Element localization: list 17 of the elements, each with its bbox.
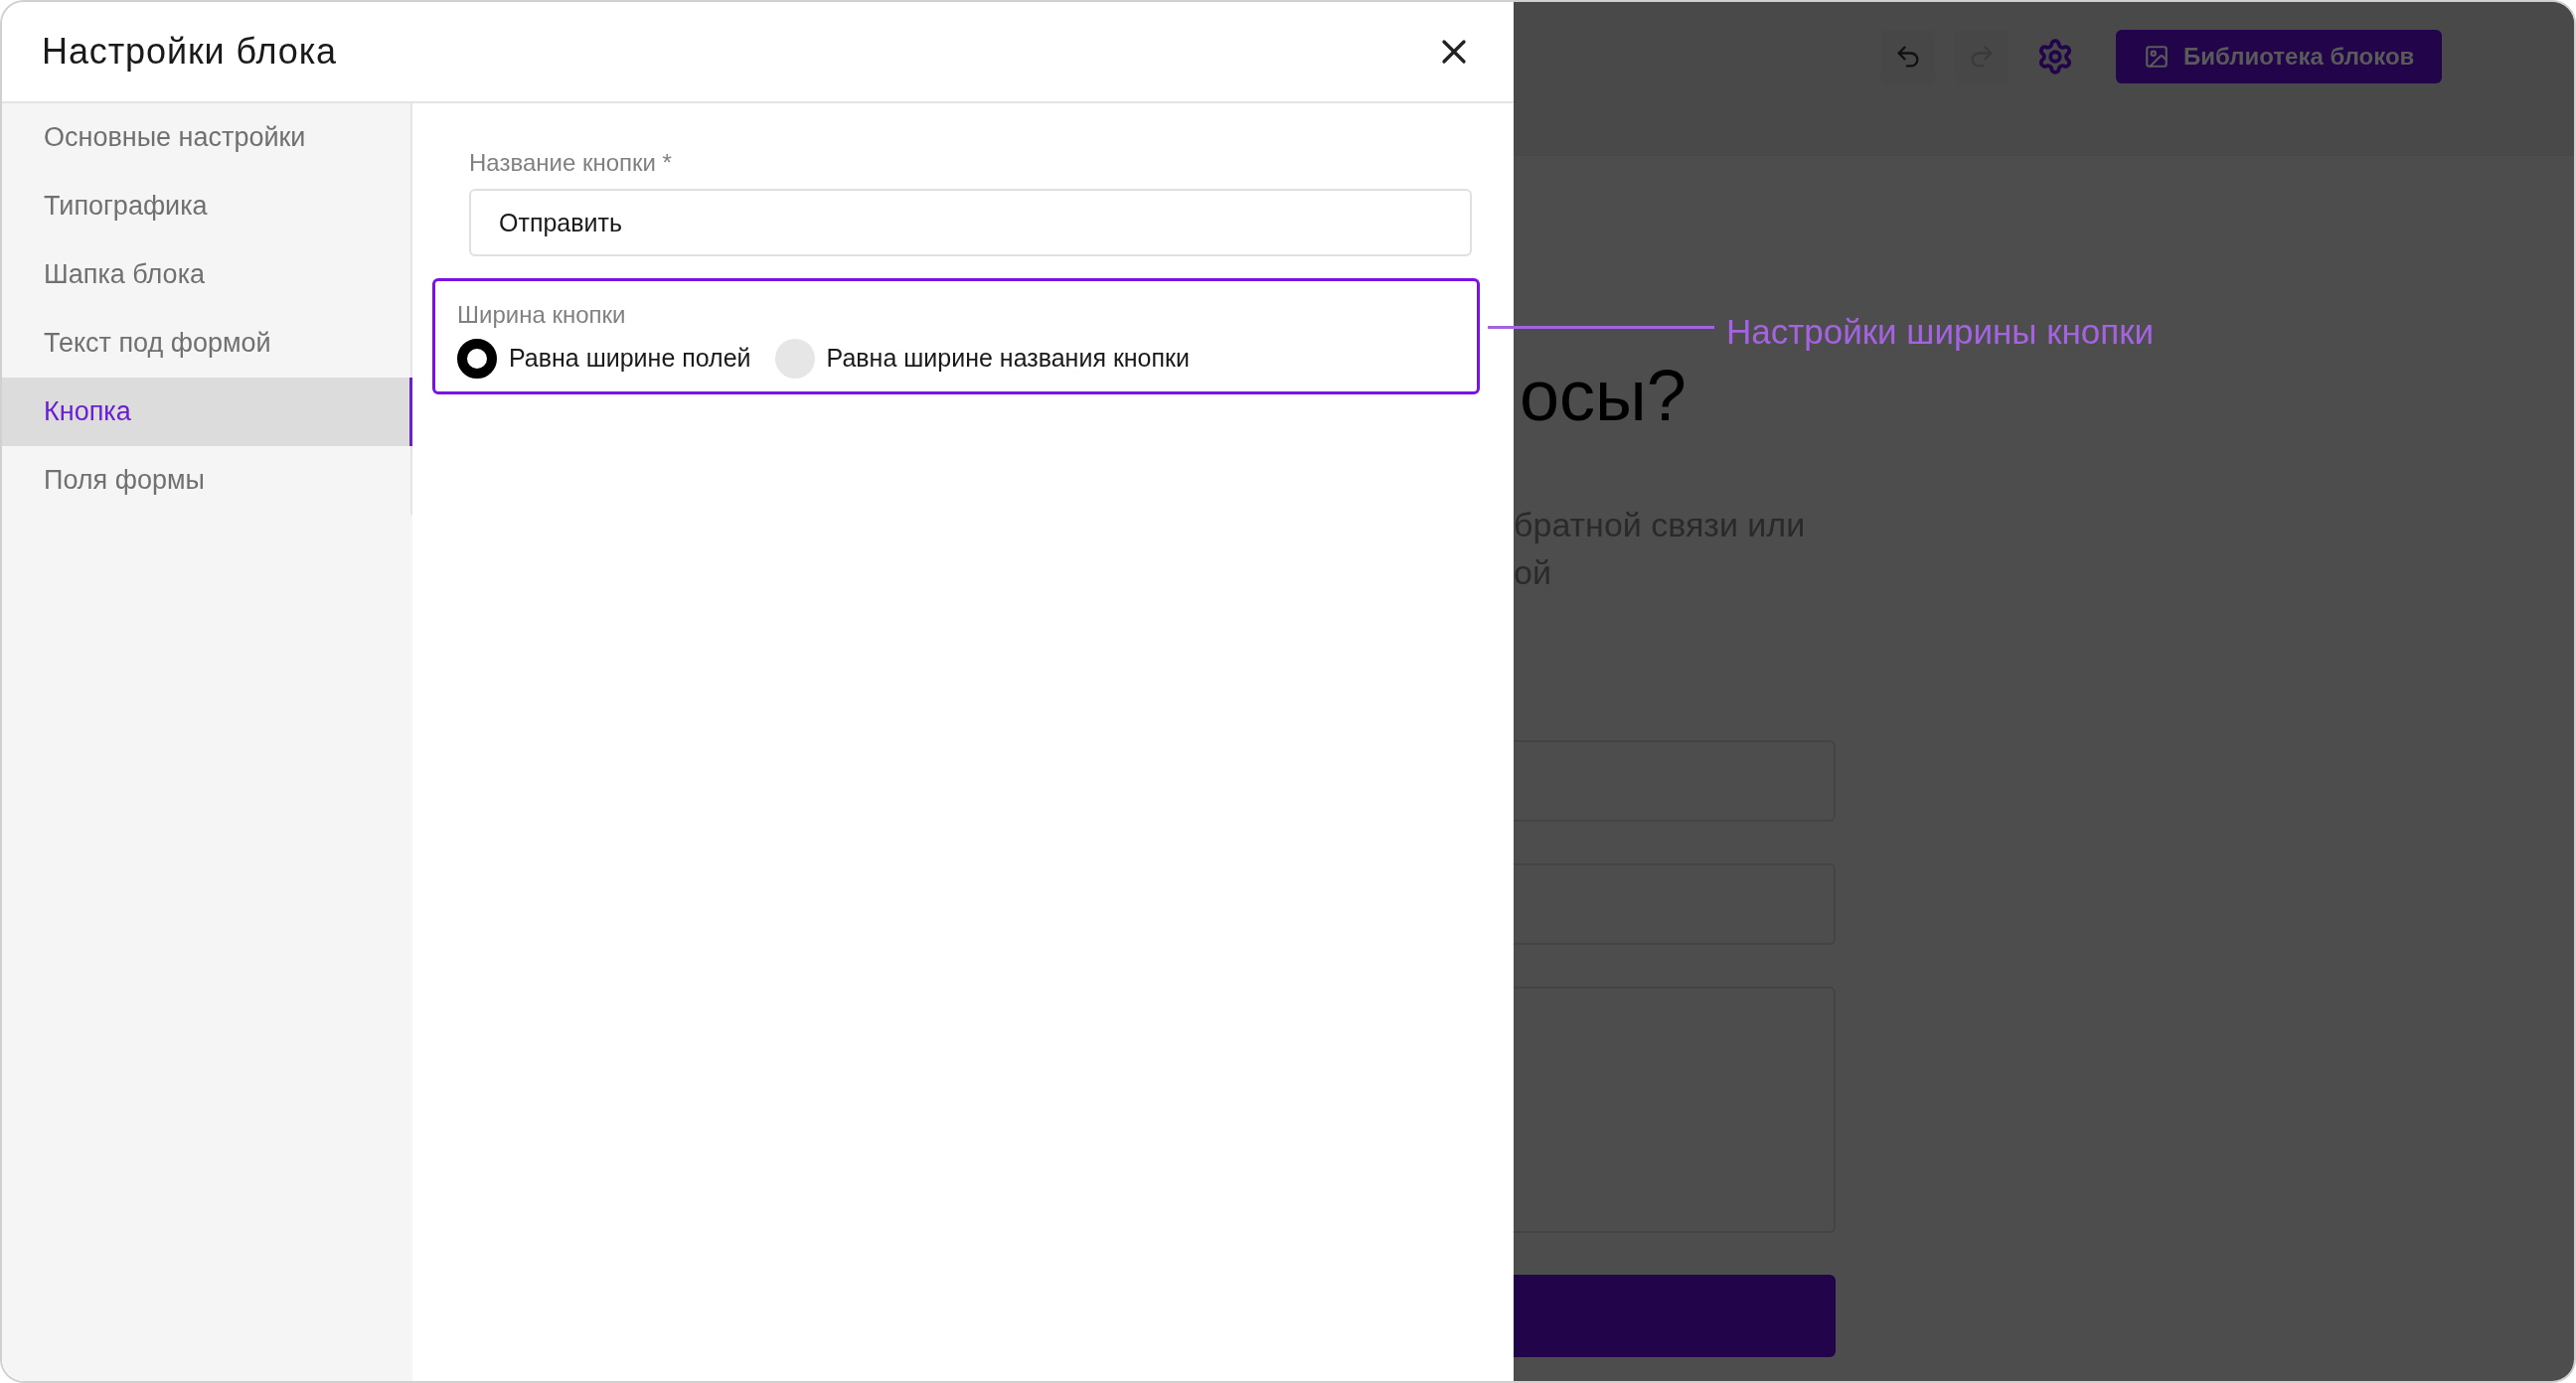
heading: осы? <box>1520 360 1687 431</box>
radio-button[interactable] <box>774 339 815 379</box>
radio-button[interactable] <box>457 339 497 379</box>
sidebar-item[interactable]: Поля формы <box>2 446 412 515</box>
sidebar-item[interactable]: Основные настройки <box>2 103 412 172</box>
sidebar-item[interactable]: Шапка блока <box>2 240 412 309</box>
radio-option[interactable]: Равна ширине полей <box>457 339 767 379</box>
radio-option[interactable]: Равна ширине названия кнопки <box>774 339 1206 379</box>
field-label: Название кнопки * <box>469 148 673 178</box>
library-button[interactable]: Библиотека блоков <box>2116 30 2443 83</box>
input-field[interactable]: Отправить <box>469 189 1472 256</box>
sidebar-item[interactable]: Кнопка <box>2 378 412 446</box>
group-label: Ширина кнопки <box>457 300 626 330</box>
sidebar-item[interactable]: Типографика <box>2 172 412 240</box>
annotation-text: Настройки ширины кнопки <box>1726 311 2155 353</box>
image-icon <box>2144 44 2170 70</box>
dialog-title: Настройки блока <box>42 30 338 74</box>
